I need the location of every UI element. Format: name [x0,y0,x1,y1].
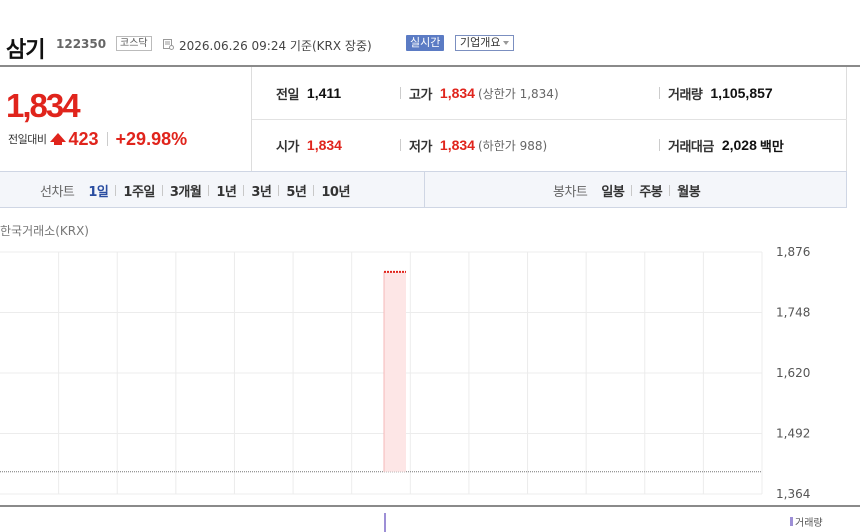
stock-code: 122350 [56,37,107,51]
stock-header: 삼기 122350 코스닥 2026.06.26 09:24 기준(KRX 장중… [0,28,860,63]
high-cell: 고가 1,834 (상한가 1,834) [409,67,559,119]
y-tick-label: 1,876 [776,245,810,259]
y-tick-label: 1,492 [776,427,810,441]
tab-monthly[interactable]: 월봉 [677,181,700,200]
document-icon [163,39,174,50]
chart-source: 한국거래소(KRX) [0,224,89,238]
quote-timestamp: 2026.06.26 09:24 기준(KRX 장중) [179,39,372,53]
volume-legend-label: 거래량 [795,518,823,529]
divider [115,184,117,196]
y-tick-label: 1,620 [776,366,810,380]
divider [631,184,633,196]
prev-close-cell: 전일 1,411 [276,67,341,119]
volume-value: 1,105,857 [710,85,773,101]
prev-close-value: 1,411 [306,85,342,101]
stock-name: 삼기 [6,38,45,63]
divider [400,87,401,99]
volume-legend-swatch [790,517,793,526]
divider [424,172,425,208]
low-label: 저가 [409,139,432,155]
volume-cell: 거래량 1,105,857 [668,67,773,119]
divider [659,139,660,151]
divider [161,184,163,196]
upper-limit-text: (상한가 1,834) [477,86,559,101]
tab-weekly[interactable]: 주봉 [639,181,662,200]
divider [208,184,210,196]
divider [313,184,315,196]
lower-limit-text: (하한가 988) [477,138,548,153]
low-value: 1,834 [439,137,475,153]
open-value: 1,834 [306,137,342,153]
tab-10y[interactable]: 10년 [321,181,350,200]
current-price: 1,834 [6,87,81,124]
amount-cell: 거래대금 2,028 백만 [668,119,784,171]
change-label: 전일대비 [8,133,47,146]
tab-1d[interactable]: 1일 [88,181,109,200]
divider [659,87,660,99]
tab-daily[interactable]: 일봉 [601,181,624,200]
high-value: 1,834 [439,85,475,101]
prev-close-label: 전일 [276,87,299,103]
low-cell: 저가 1,834 (하한가 988) [409,119,547,171]
amount-value: 2,028 [721,137,757,153]
amount-label: 거래대금 [668,139,714,155]
divider [400,139,401,151]
open-label: 시가 [276,139,299,155]
candle-chart-tabs: 봉차트 일봉 주봉 월봉 [553,172,701,208]
divider [106,132,108,146]
divider [669,184,671,196]
company-info-dropdown[interactable]: 기업개요 [455,35,515,51]
price-area-bar [384,271,406,472]
change-value: 423 [68,128,99,149]
divider [0,505,860,507]
price-box: 1,834 전일대비 423 +29.98% [0,67,252,171]
tab-1y[interactable]: 1년 [216,181,237,200]
high-label: 고가 [409,87,432,103]
amount-unit: 백만 [759,139,784,155]
open-cell: 시가 1,834 [276,119,342,171]
line-chart-label: 선차트 [40,184,75,200]
change-row: 전일대비 423 +29.98% [8,129,187,149]
tab-3m[interactable]: 3개월 [170,181,202,200]
divider [243,184,245,196]
market-badge: 코스닥 [116,36,152,51]
caret-down-icon [503,41,510,45]
volume-cursor [384,513,386,532]
realtime-button[interactable]: 실시간 [406,35,445,51]
price-chart[interactable]: 1,876 1,748 1,620 1,492 1,364 [0,244,860,506]
y-tick-label: 1,364 [776,487,810,501]
divider [278,184,280,196]
tab-1w[interactable]: 1주일 [123,181,155,200]
change-percent: +29.98% [115,128,188,149]
tab-3y[interactable]: 3년 [251,181,272,200]
quote-panel: 1,834 전일대비 423 +29.98% 전일 1,411 고가 1,834… [0,67,847,171]
y-tick-label: 1,748 [776,306,810,320]
line-chart-tabs: 선차트 1일 1주일 3개월 1년 3년 5년 10년 [40,172,350,208]
chart-tab-bar: 선차트 1일 1주일 3개월 1년 3년 5년 10년 봉차트 일봉 주봉 월봉 [0,171,847,208]
candle-chart-label: 봉차트 [553,184,588,200]
company-info-label: 기업개요 [460,36,501,49]
tab-5y[interactable]: 5년 [286,181,307,200]
volume-legend: 거래량 [790,514,823,529]
volume-label: 거래량 [668,87,703,103]
up-arrow-icon [50,132,67,145]
